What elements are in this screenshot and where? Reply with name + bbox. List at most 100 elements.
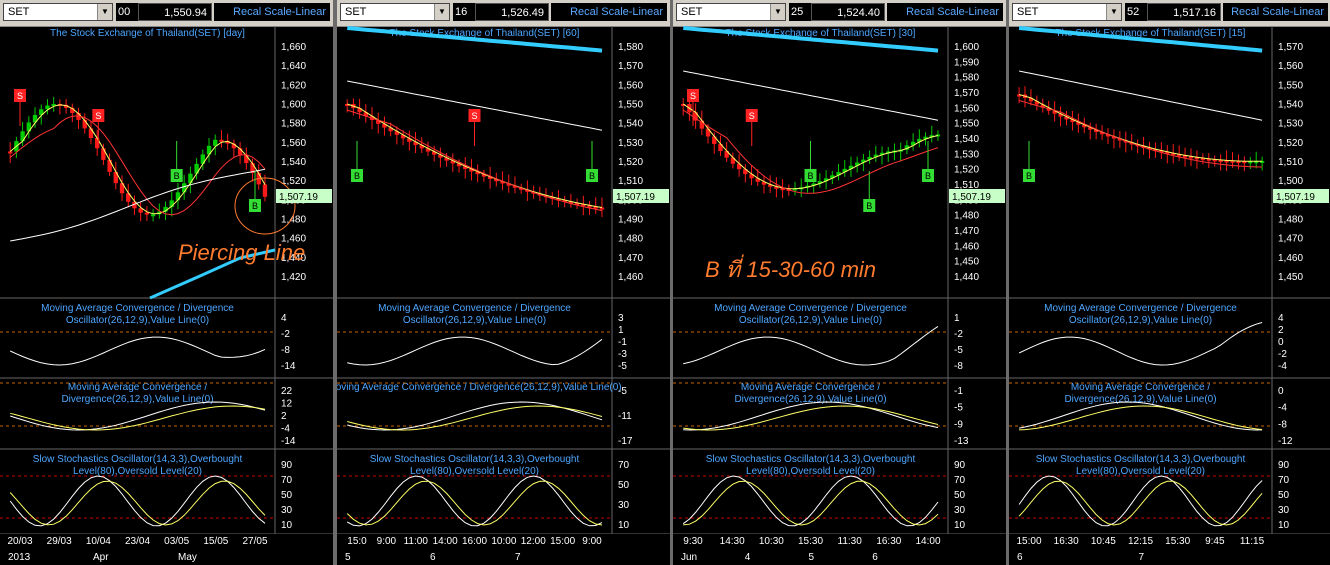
chart-svg[interactable]: The Stock Exchange of Thailand(SET) [day…	[0, 26, 333, 565]
candle	[8, 151, 13, 154]
price-axis-label: 1,620	[281, 80, 306, 91]
candle	[150, 214, 156, 217]
price-axis-label: 1,460	[954, 241, 979, 252]
macd2-title: Divergence(26,12,9),Value Line(0)	[61, 394, 213, 405]
price-axis-label: 1,600	[954, 42, 979, 53]
macd2-axis-label: -1	[954, 386, 963, 397]
symbol-select[interactable]: SET ▼	[676, 3, 786, 21]
price-axis-label: 1,560	[954, 103, 979, 114]
macd2-axis-label: -17	[618, 436, 633, 447]
symbol-value: SET	[345, 6, 367, 18]
price-axis-label: 1,480	[618, 234, 643, 245]
date-label-major: 6	[1017, 552, 1023, 563]
chevron-down-icon[interactable]: ▼	[97, 4, 112, 20]
signal-letter: B	[925, 171, 931, 181]
ma-mid-line	[1018, 100, 1263, 168]
date-label: 11:15	[1240, 536, 1265, 547]
signal-letter: B	[807, 171, 813, 181]
price-axis-label: 1,520	[1278, 138, 1303, 149]
price-display: 1,550.94	[138, 3, 212, 21]
price-display: 1,526.49	[475, 3, 549, 21]
price-axis-label: 1,560	[281, 138, 306, 149]
price-display: 1,524.40	[811, 3, 885, 21]
recal-scale-button[interactable]: Recal Scale-Linear	[887, 3, 1003, 21]
macd-line	[1018, 322, 1263, 366]
stoch-axis-label: 50	[281, 490, 293, 501]
date-label: 12:00	[521, 536, 546, 547]
signal-letter: B	[252, 201, 258, 211]
date-label: 14:00	[433, 536, 458, 547]
price-axis-label: 1,570	[618, 61, 643, 72]
last-price: 1,507.19	[952, 192, 991, 203]
date-label-major: 2013	[8, 552, 31, 563]
toolbar: SET ▼ 16 1,526.49 Recal Scale-Linear	[337, 0, 670, 27]
macd-axis-label: -8	[954, 361, 963, 372]
signal-letter: S	[95, 111, 101, 121]
stoch-title: Slow Stochastics Oscillator(14,3,3),Over…	[370, 454, 580, 465]
price-axis-label: 1,460	[618, 272, 643, 283]
macd2-axis-label: -11	[618, 411, 632, 422]
date-label: 03/05	[164, 536, 189, 547]
chart-svg[interactable]: The Stock Exchange of Thailand(SET) [30]…	[673, 26, 1006, 565]
price-axis-label: 1,460	[1278, 253, 1303, 264]
price-axis-label: 1,520	[618, 157, 643, 168]
last-price: 1,507.19	[279, 192, 318, 203]
symbol-select[interactable]: SET ▼	[340, 3, 450, 21]
macd2-title: Moving Average Convergence /	[741, 382, 881, 393]
macd-axis-label: 4	[1278, 313, 1284, 324]
price-axis-label: 1,470	[618, 253, 643, 264]
date-label: 9:00	[377, 536, 397, 547]
macd-axis-label: 0	[1278, 337, 1284, 348]
recal-scale-button[interactable]: Recal Scale-Linear	[214, 3, 330, 21]
date-label: 9:00	[582, 536, 602, 547]
candle	[182, 183, 187, 193]
chart-title: The Stock Exchange of Thailand(SET) [day…	[50, 28, 245, 39]
price-axis-label: 1,550	[618, 100, 643, 111]
signal-letter: S	[471, 111, 477, 121]
signal-letter: B	[1026, 171, 1032, 181]
recal-scale-button[interactable]: Recal Scale-Linear	[1223, 3, 1328, 21]
symbol-select[interactable]: SET ▼	[3, 3, 113, 21]
macd2-axis-label: 12	[281, 399, 293, 410]
interval-fragment: 52	[1125, 3, 1147, 21]
date-label: 15:30	[798, 536, 823, 547]
macd-axis-label: -2	[281, 329, 290, 340]
macd-axis-label: -1	[618, 337, 627, 348]
stoch-axis-label: 30	[1278, 505, 1290, 516]
chevron-down-icon[interactable]: ▼	[1106, 4, 1121, 20]
stoch-axis-label: 50	[618, 480, 630, 491]
ma-slow-line	[683, 70, 939, 121]
price-axis-label: 1,450	[954, 257, 979, 268]
macd-axis-label: -2	[954, 329, 963, 340]
macd2-axis-label: -4	[1278, 403, 1287, 414]
macd-axis-label: -4	[1278, 361, 1287, 372]
interval-fragment: 16	[453, 3, 475, 21]
date-label: 10:00	[491, 536, 516, 547]
symbol-value: SET	[8, 6, 30, 18]
macd-axis-label: -5	[954, 345, 963, 356]
buy-signal-annotation: B ที่ 15-30-60 min	[705, 257, 877, 282]
symbol-select[interactable]: SET ▼	[1012, 3, 1122, 21]
piercing-line-annotation: Piercing Line	[178, 240, 306, 265]
candle	[107, 159, 112, 172]
stoch-axis-label: 30	[618, 500, 630, 511]
macd-axis-label: 3	[618, 313, 624, 324]
chevron-down-icon[interactable]: ▼	[770, 4, 785, 20]
price-axis-label: 1,470	[954, 226, 979, 237]
stoch-axis-label: 50	[954, 490, 966, 501]
chart-svg[interactable]: The Stock Exchange of Thailand(SET) [15]…	[1009, 26, 1330, 565]
price-axis-label: 1,560	[618, 80, 643, 91]
chevron-down-icon[interactable]: ▼	[434, 4, 449, 20]
stoch-title: Slow Stochastics Oscillator(14,3,3),Over…	[33, 454, 243, 465]
chart-svg[interactable]: The Stock Exchange of Thailand(SET) [60]…	[337, 26, 670, 565]
price-axis-label: 1,480	[1278, 215, 1303, 226]
macd-title: Oscillator(26,12,9),Value Line(0)	[1069, 315, 1212, 326]
macd2-title: Divergence(26,12,9),Value Line(0)	[1064, 394, 1216, 405]
date-label: 11:00	[404, 536, 429, 547]
price-axis-label: 1,550	[954, 119, 979, 130]
stoch-axis-label: 90	[281, 460, 293, 471]
recal-scale-button[interactable]: Recal Scale-Linear	[551, 3, 667, 21]
price-axis-label: 1,560	[1278, 61, 1303, 72]
symbol-value: SET	[681, 6, 703, 18]
date-label: 14:30	[720, 536, 745, 547]
